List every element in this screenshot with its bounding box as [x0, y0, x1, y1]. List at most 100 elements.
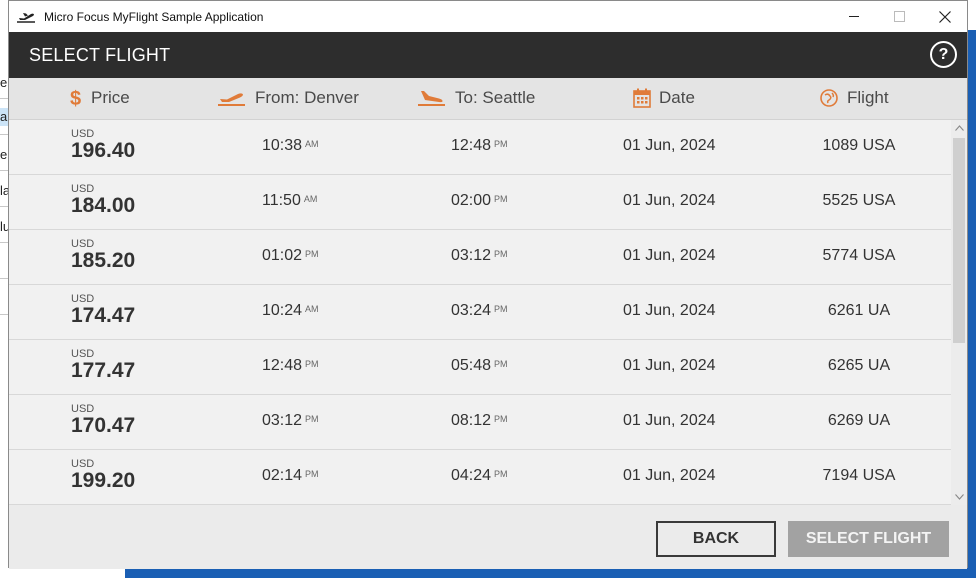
time-value: 08:12: [451, 412, 492, 429]
back-button[interactable]: BACK: [656, 521, 776, 557]
time-value: 10:38: [262, 137, 303, 154]
maximize-icon: [894, 11, 905, 22]
departure-time: 02:14 PM: [262, 467, 319, 485]
divider: [0, 278, 8, 279]
flight-row[interactable]: USD 196.40 10:38 AM 12:48 PM 01 Jun, 2024 1…: [9, 120, 951, 175]
time-period: PM: [305, 469, 319, 479]
time-period: PM: [305, 414, 319, 424]
divider: [0, 170, 8, 171]
departure-time: 01:02 PM: [262, 247, 319, 265]
globe-icon: [820, 89, 838, 107]
time-period: AM: [305, 304, 319, 314]
flight-number: 7194 USA: [822, 467, 896, 484]
price-amount: 170.47: [71, 414, 136, 437]
flight-number: 1089 USA: [822, 137, 896, 154]
time-value: 03:12: [451, 247, 492, 264]
window-controls: [832, 1, 967, 32]
column-header-flight[interactable]: Flight: [819, 88, 889, 108]
time-period: PM: [494, 194, 508, 204]
price-amount: 184.00: [71, 194, 136, 217]
divider: [0, 314, 8, 315]
svg-text:$: $: [70, 88, 81, 108]
price-cell: USD 184.00: [71, 183, 135, 217]
flight-date: 01 Jun, 2024: [623, 302, 716, 319]
arrival-time: 03:24 PM: [451, 302, 508, 320]
time-period: PM: [305, 249, 319, 259]
footer-bar: BACK SELECT FLIGHT: [9, 505, 967, 569]
price-cell: USD 170.47: [71, 403, 135, 437]
arrival-time: 03:12 PM: [451, 247, 508, 265]
flight-row[interactable]: USD 174.47 10:24 AM 03:24 PM 01 Jun, 2024 6…: [9, 285, 951, 340]
background-window-edge: [968, 30, 976, 578]
time-value: 01:02: [262, 247, 303, 264]
time-period: AM: [305, 139, 319, 149]
flight-list: USD 196.40 10:38 AM 12:48 PM 01 Jun, 2024 1…: [9, 120, 951, 505]
column-header-row: $ Price From: Denver To: Seattle Date Fl…: [9, 78, 967, 120]
flight-row[interactable]: USD 184.00 11:50 AM 02:00 PM 01 Jun, 2024 5…: [9, 175, 951, 230]
help-button[interactable]: ?: [930, 41, 957, 68]
divider: [0, 98, 8, 99]
close-button[interactable]: [922, 1, 967, 32]
scroll-down-button[interactable]: [951, 489, 967, 505]
scroll-up-button[interactable]: [951, 120, 967, 136]
arrival-time: 02:00 PM: [451, 192, 508, 210]
column-label: From: Denver: [255, 88, 359, 107]
window-title: Micro Focus MyFlight Sample Application: [44, 9, 264, 24]
select-flight-button[interactable]: SELECT FLIGHT: [788, 521, 949, 557]
time-value: 02:00: [451, 192, 492, 209]
flight-number: 6265 UA: [827, 357, 891, 374]
time-period: PM: [494, 359, 508, 369]
time-period: PM: [494, 414, 508, 424]
column-label: To: Seattle: [455, 88, 536, 107]
arrival-plane-icon: [418, 91, 445, 106]
flight-date: 01 Jun, 2024: [623, 247, 716, 264]
scroll-thumb[interactable]: [953, 138, 965, 343]
time-value: 12:48: [262, 357, 303, 374]
departure-plane-icon: [218, 93, 245, 106]
page-title: SELECT FLIGHT: [29, 45, 171, 65]
close-icon: [938, 10, 951, 23]
time-period: PM: [494, 469, 508, 479]
divider: [0, 206, 8, 207]
departure-time: 11:50 AM: [262, 192, 317, 210]
time-value: 05:48: [451, 357, 492, 374]
column-header-from[interactable]: From: Denver: [217, 88, 359, 108]
minimize-button[interactable]: [832, 1, 877, 32]
flight-date: 01 Jun, 2024: [623, 357, 716, 374]
flight-date: 01 Jun, 2024: [623, 467, 716, 484]
price-cell: USD 174.47: [71, 293, 135, 327]
time-value: 10:24: [262, 302, 303, 319]
background-cell: e: [0, 147, 8, 162]
flight-row[interactable]: USD 177.47 12:48 PM 05:48 PM 01 Jun, 2024 6…: [9, 340, 951, 395]
chevron-down-icon: [954, 494, 964, 500]
time-period: PM: [494, 304, 508, 314]
app-window: Micro Focus MyFlight Sample Application …: [8, 0, 968, 569]
list-scrollbar[interactable]: [951, 120, 967, 505]
calendar-icon: [633, 88, 651, 108]
time-value: 02:14: [262, 467, 303, 484]
arrival-time: 04:24 PM: [451, 467, 508, 485]
title-bar[interactable]: Micro Focus MyFlight Sample Application: [9, 1, 967, 32]
time-value: 04:24: [451, 467, 492, 484]
page-header: SELECT FLIGHT ?: [9, 32, 967, 78]
column-header-date[interactable]: Date: [633, 88, 695, 108]
background-window: e ar e la lu: [0, 62, 8, 362]
column-label: Price: [91, 88, 130, 107]
column-header-price[interactable]: $ Price: [69, 88, 130, 108]
departure-time: 10:38 AM: [262, 137, 319, 155]
column-header-to[interactable]: To: Seattle: [417, 88, 535, 108]
flight-row[interactable]: USD 185.20 01:02 PM 03:12 PM 01 Jun, 2024 5…: [9, 230, 951, 285]
departure-time: 03:12 PM: [262, 412, 319, 430]
time-value: 03:24: [451, 302, 492, 319]
help-icon: ?: [938, 45, 949, 63]
maximize-button[interactable]: [877, 1, 922, 32]
price-amount: 177.47: [71, 359, 136, 382]
divider: [0, 242, 8, 243]
flight-row[interactable]: USD 170.47 03:12 PM 08:12 PM 01 Jun, 2024 6…: [9, 395, 951, 450]
departure-time: 12:48 PM: [262, 357, 319, 375]
price-cell: USD 196.40: [71, 128, 135, 162]
departure-time: 10:24 AM: [262, 302, 319, 320]
time-period: PM: [494, 139, 508, 149]
flight-row[interactable]: USD 199.20 02:14 PM 04:24 PM 01 Jun, 2024 7…: [9, 450, 951, 505]
price-amount: 196.40: [71, 139, 136, 162]
